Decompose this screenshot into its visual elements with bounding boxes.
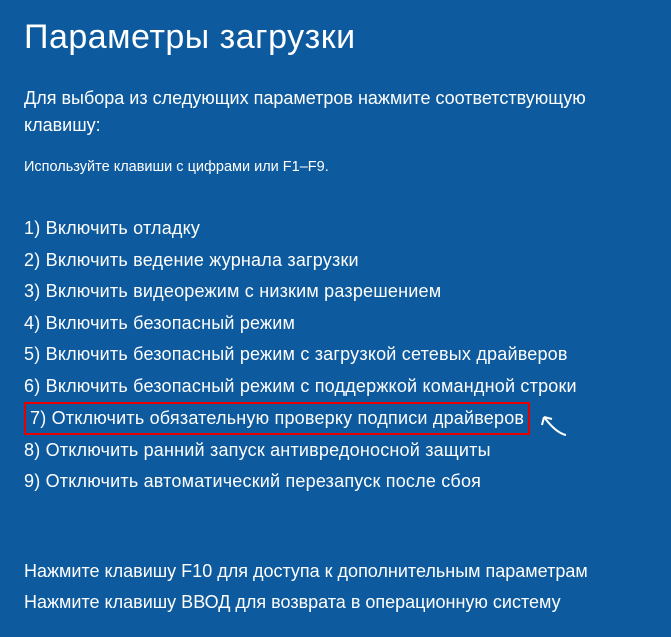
options-list: 1) Включить отладку 2) Включить ведение … <box>24 213 647 498</box>
option-num: 4) <box>24 313 40 333</box>
option-2[interactable]: 2) Включить ведение журнала загрузки <box>24 245 647 277</box>
option-label: Отключить ранний запуск антивредоносной … <box>46 440 491 460</box>
option-5[interactable]: 5) Включить безопасный режим с загрузкой… <box>24 339 647 371</box>
option-label: Включить видеорежим с низким разрешением <box>46 281 442 301</box>
option-6[interactable]: 6) Включить безопасный режим с поддержко… <box>24 371 647 403</box>
option-1[interactable]: 1) Включить отладку <box>24 213 647 245</box>
hint-text: Используйте клавиши с цифрами или F1–F9. <box>24 159 647 175</box>
instruction-text: Для выбора из следующих параметров нажми… <box>24 85 647 139</box>
option-num: 5) <box>24 344 40 364</box>
option-label: Включить безопасный режим <box>46 313 296 333</box>
footer-enter: Нажмите клавишу ВВОД для возврата в опер… <box>24 587 647 619</box>
option-num: 9) <box>24 471 40 491</box>
option-7-highlighted[interactable]: 7) Отключить обязательную проверку подпи… <box>24 402 530 435</box>
option-label: Включить отладку <box>46 218 201 238</box>
option-label: Отключить обязательную проверку подписи … <box>52 408 525 428</box>
option-4[interactable]: 4) Включить безопасный режим <box>24 308 647 340</box>
option-num: 8) <box>24 440 40 460</box>
page-title: Параметры загрузки <box>24 18 647 57</box>
option-label: Отключить автоматический перезапуск посл… <box>46 471 482 491</box>
footer-f10: Нажмите клавишу F10 для доступа к дополн… <box>24 556 647 588</box>
option-9[interactable]: 9) Отключить автоматический перезапуск п… <box>24 466 647 498</box>
option-num: 3) <box>24 281 40 301</box>
option-8[interactable]: 8) Отключить ранний запуск антивредоносн… <box>24 435 647 467</box>
option-num: 7) <box>30 408 46 428</box>
option-3[interactable]: 3) Включить видеорежим с низким разрешен… <box>24 276 647 308</box>
option-num: 2) <box>24 250 40 270</box>
option-num: 1) <box>24 218 40 238</box>
option-num: 6) <box>24 376 40 396</box>
option-label: Включить ведение журнала загрузки <box>46 250 359 270</box>
option-label: Включить безопасный режим с загрузкой се… <box>46 344 568 364</box>
option-label: Включить безопасный режим с поддержкой к… <box>46 376 577 396</box>
